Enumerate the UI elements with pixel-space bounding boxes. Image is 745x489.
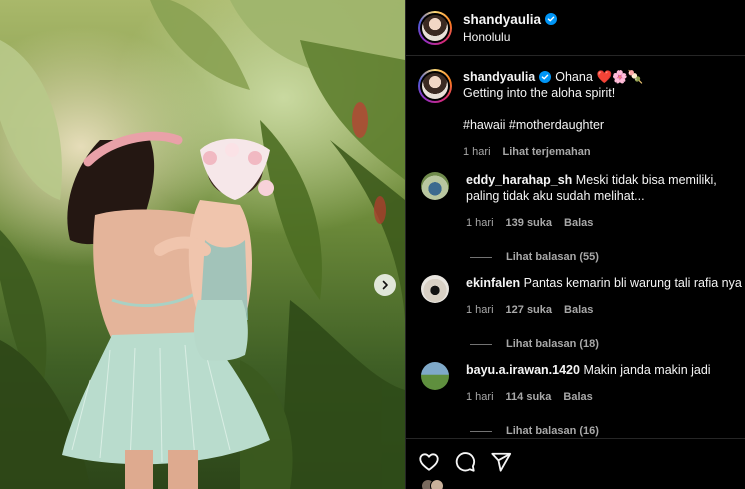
photo-illustration: [0, 0, 405, 489]
comment-username[interactable]: ekinfalen: [466, 276, 520, 290]
caption-emoji: ❤️🌸🍡: [596, 70, 644, 84]
post-actions: [406, 438, 745, 489]
chevron-right-icon: [382, 280, 388, 290]
avatar[interactable]: [418, 69, 452, 103]
see-translation-link[interactable]: Lihat terjemahan: [503, 144, 591, 160]
verified-badge-icon: [545, 13, 558, 25]
reply-button[interactable]: Balas: [564, 215, 593, 231]
comment-text: Makin janda makin jadi: [583, 363, 711, 377]
caption-text: Getting into the aloha spirit!: [463, 86, 616, 100]
view-replies-label: Lihat balasan (55): [506, 251, 599, 263]
author-username[interactable]: shandyaulia: [463, 12, 541, 27]
caption-hashtags[interactable]: #hawaii #motherdaughter: [463, 117, 643, 133]
view-replies-label: Lihat balasan (18): [506, 338, 599, 350]
view-replies-button[interactable]: Lihat balasan (55): [470, 249, 734, 265]
send-icon[interactable]: [490, 451, 512, 473]
post-header: shandyaulia Honolulu: [406, 0, 745, 56]
comment-likes[interactable]: 114 suka: [506, 389, 552, 405]
post-location[interactable]: Honolulu: [463, 30, 557, 44]
comment-time: 1 hari: [466, 217, 494, 229]
view-replies-button[interactable]: Lihat balasan (18): [470, 336, 745, 352]
avatar[interactable]: [418, 10, 452, 45]
comment-item: ekinfalen Pantas kemarin bli warung tali…: [406, 275, 745, 352]
comment-time: 1 hari: [466, 391, 494, 403]
avatar[interactable]: [421, 275, 449, 303]
comments-list[interactable]: shandyaulia Ohana ❤️🌸🍡 Getting into the …: [406, 57, 745, 438]
comment-text: Pantas kemarin bli warung tali rafia nya…: [523, 276, 745, 290]
verified-badge-icon: [539, 71, 552, 83]
post-time: 1 hari: [463, 146, 491, 158]
carousel-next-button[interactable]: [374, 274, 396, 296]
comment-item: bayu.a.irawan.1420 Makin janda makin jad…: [406, 362, 745, 438]
reply-button[interactable]: Balas: [564, 302, 593, 318]
caption-username[interactable]: shandyaulia: [463, 69, 535, 85]
post-photo[interactable]: [0, 0, 405, 489]
comment-likes[interactable]: 127 suka: [506, 302, 552, 318]
comment-item: eddy_harahap_sh Meski tidak bisa memilik…: [406, 172, 745, 265]
caption-title: Ohana: [555, 70, 593, 84]
post-caption: shandyaulia Ohana ❤️🌸🍡 Getting into the …: [406, 57, 745, 160]
comment-icon[interactable]: [454, 451, 476, 473]
comment-likes[interactable]: 139 suka: [506, 215, 552, 231]
avatar[interactable]: [421, 172, 449, 200]
comment-time: 1 hari: [466, 304, 494, 316]
reply-button[interactable]: Balas: [563, 389, 592, 405]
comment-username[interactable]: bayu.a.irawan.1420: [466, 363, 580, 377]
liker-avatars[interactable]: [421, 479, 444, 489]
heart-icon[interactable]: [418, 451, 440, 473]
avatar[interactable]: [421, 362, 449, 390]
view-replies-label: Lihat balasan (16): [506, 425, 599, 437]
view-replies-button[interactable]: Lihat balasan (16): [470, 423, 734, 438]
post-sidebar: shandyaulia Honolulu shandyaulia Ohana ❤…: [405, 0, 745, 489]
comment-username[interactable]: eddy_harahap_sh: [466, 173, 572, 187]
